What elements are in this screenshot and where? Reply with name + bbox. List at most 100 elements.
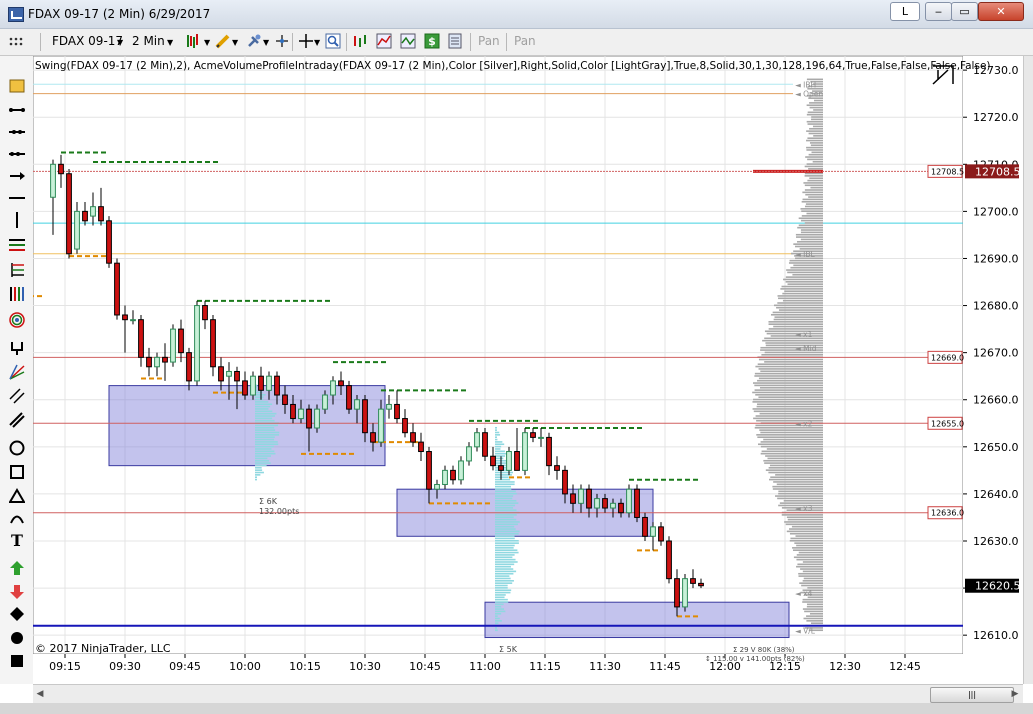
session-profile-bar: [255, 419, 275, 422]
strategies-icon[interactable]: [400, 33, 416, 49]
session-profile-bar: [255, 403, 273, 406]
volume-profile-bar: [807, 158, 823, 161]
andrews-pitchfork-icon[interactable]: [9, 340, 25, 356]
volume-profile-bar: [806, 113, 823, 116]
zoom-icon[interactable]: [325, 33, 341, 49]
instrument-selector[interactable]: FDAX 09-17: [52, 34, 123, 48]
text-tool-icon[interactable]: T: [9, 531, 25, 550]
volume-profile-bar: [807, 123, 823, 125]
volume-profile-bar: [790, 537, 823, 540]
profile-volume-label: Σ 6K: [259, 497, 278, 506]
gann-fan-icon[interactable]: [9, 364, 25, 380]
volume-profile-bar: [756, 419, 823, 422]
instrument-dropdown-icon[interactable]: ▼: [117, 38, 123, 47]
level-tag-label: ◄ x1: [795, 330, 813, 339]
chart-style-icon[interactable]: [185, 33, 201, 49]
session-profile-bar: [255, 448, 272, 450]
price-level-label: 12708.5: [931, 167, 964, 176]
fibonacci-circle-icon[interactable]: [9, 312, 25, 328]
regression-channel-icon[interactable]: [9, 388, 25, 404]
candle-body: [482, 432, 488, 457]
dollar-icon[interactable]: $: [424, 33, 440, 49]
horizontal-line-icon[interactable]: [9, 190, 25, 206]
volume-profile-bar: [754, 384, 823, 387]
arrow-up-icon[interactable]: [9, 560, 25, 576]
arrow-down-icon[interactable]: [9, 584, 25, 600]
data-series-icon[interactable]: [352, 33, 368, 49]
scroll-right-icon[interactable]: ▶: [1010, 688, 1020, 700]
vertical-line-icon[interactable]: [9, 212, 25, 228]
session-profile-bar: [255, 431, 280, 434]
chart-style-dropdown-icon[interactable]: ▼: [204, 38, 210, 47]
volume-profile-bar: [804, 184, 823, 187]
candle-body: [74, 210, 80, 250]
session-profile-bar: [495, 596, 505, 599]
arc-tool-icon[interactable]: [9, 510, 25, 526]
pan-right-button[interactable]: Pan: [514, 34, 536, 48]
fibonacci-retracement-icon[interactable]: [9, 238, 25, 254]
volume-profile-bar: [806, 149, 823, 151]
minimize-button[interactable]: ‒: [925, 2, 952, 21]
dot-icon[interactable]: [9, 630, 25, 646]
volume-profile-bar: [809, 102, 823, 104]
trend-channel-icon[interactable]: [9, 412, 25, 428]
maximize-button[interactable]: ▭: [951, 2, 978, 21]
candle-body: [698, 582, 704, 587]
volume-profile-bar: [778, 490, 823, 493]
fibonacci-extension-icon[interactable]: [9, 262, 25, 278]
session-profile-bar: [495, 434, 501, 436]
magnet-dropdown-icon[interactable]: ▼: [263, 38, 269, 47]
extended-line-icon[interactable]: [9, 124, 25, 140]
toolbar-separator: [506, 33, 507, 51]
diamond-icon[interactable]: [9, 606, 25, 622]
candle-body: [474, 432, 480, 448]
crosshair-dropdown-icon[interactable]: ▼: [314, 38, 320, 47]
properties-icon[interactable]: [447, 33, 463, 49]
pan-left-button[interactable]: Pan: [478, 34, 500, 48]
volume-profile-bar: [776, 306, 823, 309]
session-profile-bar: [495, 481, 515, 483]
volume-profile-bar: [804, 189, 823, 191]
magnet-icon[interactable]: [246, 33, 262, 49]
interval-selector[interactable]: 2 Min: [132, 34, 165, 48]
close-button[interactable]: ✕: [978, 2, 1024, 21]
pencil-dropdown-icon[interactable]: ▼: [232, 38, 238, 47]
candle-body: [202, 305, 208, 321]
vertical-scrollbar[interactable]: [1023, 56, 1033, 684]
triangle-tool-icon[interactable]: [9, 488, 25, 504]
volume-profile-bar: [755, 394, 823, 396]
volume-profile-bar: [770, 476, 823, 479]
crosshair-icon[interactable]: [298, 33, 314, 49]
price-chart[interactable]: 12730.012720.012710.012700.012690.012680…: [33, 56, 1023, 684]
candle-body: [362, 399, 368, 434]
rectangle-tool-icon[interactable]: [9, 464, 25, 480]
session-profile-bar: [495, 617, 500, 620]
arrow-line-icon[interactable]: [9, 168, 25, 184]
chart-canvas[interactable]: 12730.012720.012710.012700.012690.012680…: [33, 56, 1023, 684]
volume-profile-bar: [760, 370, 823, 373]
candle-body: [250, 375, 256, 396]
candle-body: [386, 403, 392, 410]
horizontal-scrollbar[interactable]: ◀ ||| ▶: [33, 684, 1023, 703]
ellipse-tool-icon[interactable]: [9, 440, 25, 456]
link-button[interactable]: L: [890, 2, 920, 21]
volume-profile-bar: [801, 210, 823, 212]
status-bar: [0, 703, 1033, 714]
interval-dropdown-icon[interactable]: ▼: [167, 38, 173, 47]
fibonacci-time-icon[interactable]: [9, 286, 25, 302]
volume-profile-bar: [801, 584, 823, 587]
volume-profile-bar: [778, 492, 823, 495]
session-profile-bar: [255, 396, 264, 398]
session-profile-bar: [495, 516, 514, 519]
volume-profile-bar: [798, 575, 823, 577]
square-icon[interactable]: [9, 653, 25, 669]
scroll-thumb[interactable]: |||: [930, 687, 1014, 703]
indicators-icon[interactable]: [376, 33, 392, 49]
snap-icon[interactable]: [274, 33, 290, 49]
pencil-icon[interactable]: [215, 33, 231, 49]
volume-profile-bar: [772, 485, 823, 488]
line-segment-icon[interactable]: [9, 102, 25, 118]
scroll-left-icon[interactable]: ◀: [35, 688, 45, 700]
ruler-tool-icon[interactable]: [9, 78, 25, 94]
ray-icon[interactable]: [9, 146, 25, 162]
